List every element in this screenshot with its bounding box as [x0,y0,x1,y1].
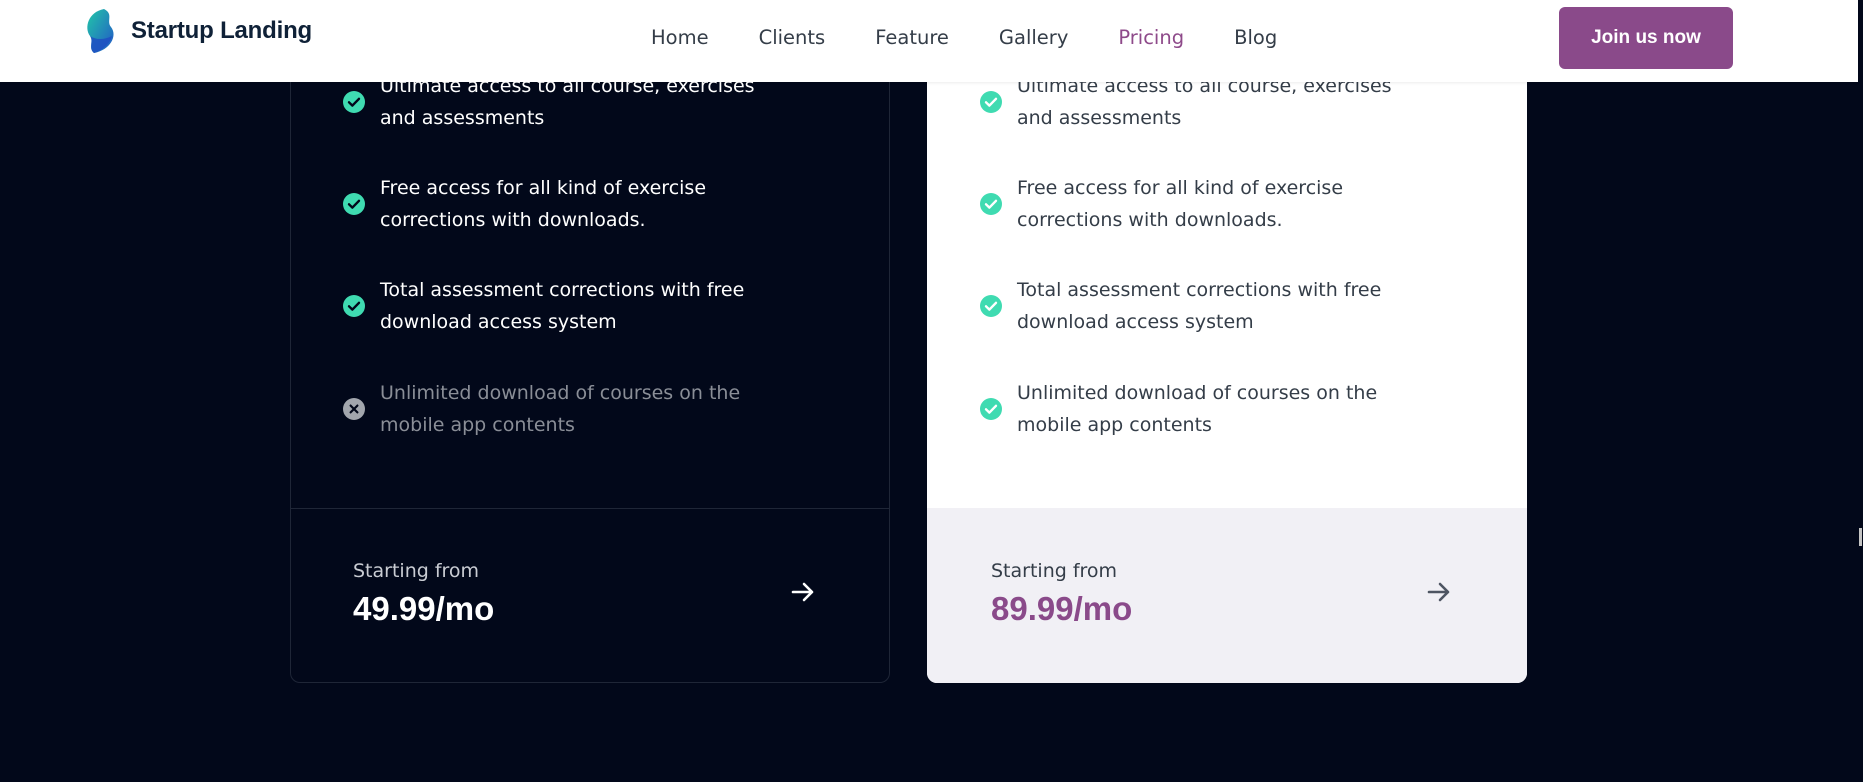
scrollbar-thumb[interactable] [1859,528,1862,546]
feature-item: Unlimited download of courses on the mob… [980,377,1397,441]
feature-item: Total assessment corrections with free d… [980,274,1397,338]
price: 89.99/mo [991,590,1133,627]
feature-text: Total assessment corrections with free d… [380,279,745,333]
feature-text: Unlimited download of courses on the mob… [1017,382,1378,436]
check-circle-icon [343,91,365,113]
main-nav: Home Clients Feature Gallery Pricing Blo… [651,25,1327,51]
nav-pricing[interactable]: Pricing [1118,25,1184,51]
nav-feature[interactable]: Feature [875,25,949,51]
pricing-card-basic: Ultimate access to all course, exercises… [290,0,890,683]
feature-text: Unlimited download of courses on the mob… [380,382,741,436]
check-circle-icon [343,193,365,215]
feature-item: Free access for all kind of exercise cor… [980,172,1397,236]
feature-item: Unlimited download of courses on the mob… [343,377,760,441]
arrow-right-icon[interactable] [1425,578,1453,606]
card-divider [291,508,889,509]
nav-gallery[interactable]: Gallery [999,25,1068,51]
arrow-right-icon[interactable] [789,578,817,606]
nav-clients[interactable]: Clients [759,25,826,51]
check-circle-icon [980,91,1002,113]
pricing-card-pro: Ultimate access to all course, exercises… [927,0,1527,683]
x-circle-icon [343,398,365,420]
brand-name: Startup Landing [131,17,312,44]
feature-text: Free access for all kind of exercise cor… [380,177,707,231]
starting-from-label: Starting from [991,560,1118,582]
brand-logo-icon [87,9,114,53]
starting-from-label: Starting from [353,560,480,582]
feature-text: Total assessment corrections with free d… [1017,279,1382,333]
feature-item: Free access for all kind of exercise cor… [343,172,760,236]
check-circle-icon [980,295,1002,317]
price: 49.99/mo [353,590,495,627]
site-header: Startup Landing Home Clients Feature Gal… [0,0,1858,82]
feature-item: Total assessment corrections with free d… [343,274,760,338]
nav-home[interactable]: Home [651,25,709,51]
check-circle-icon [980,398,1002,420]
check-circle-icon [980,193,1002,215]
join-us-button[interactable]: Join us now [1559,7,1733,69]
nav-blog[interactable]: Blog [1234,25,1277,51]
brand[interactable]: Startup Landing [84,8,312,54]
feature-text: Free access for all kind of exercise cor… [1017,177,1344,231]
check-circle-icon [343,295,365,317]
